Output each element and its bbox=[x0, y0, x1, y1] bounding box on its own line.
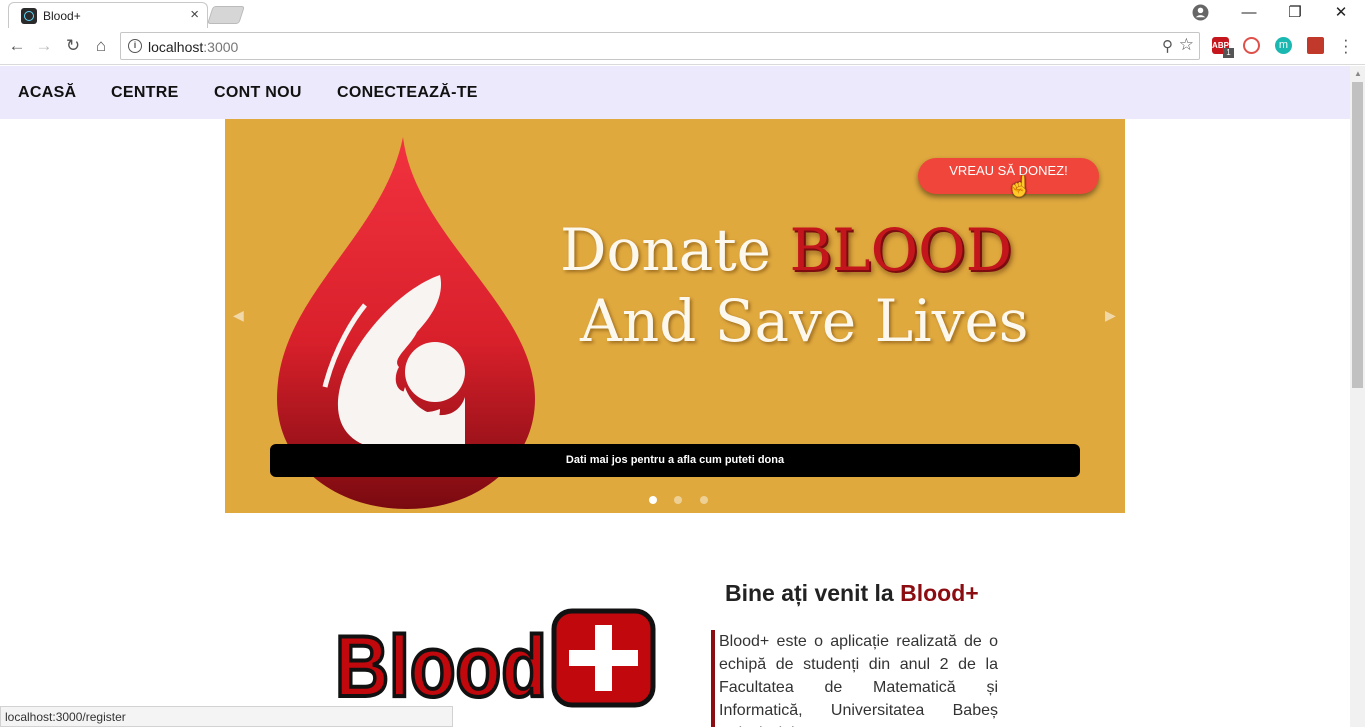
page-scrollbar[interactable]: ▲ bbox=[1350, 66, 1365, 727]
menu-icon[interactable]: · · · bbox=[1343, 31, 1349, 60]
window-close-button[interactable]: ✕ bbox=[1318, 0, 1364, 28]
nav-link-register[interactable]: CONT NOU bbox=[214, 84, 302, 102]
welcome-description: Blood+ este o aplicație realizată de o e… bbox=[711, 630, 998, 727]
react-favicon-icon bbox=[21, 8, 37, 24]
back-arrow-icon[interactable]: ← bbox=[7, 36, 27, 56]
forward-arrow-icon[interactable]: → bbox=[34, 36, 54, 56]
browser-status-bar: localhost:3000/register bbox=[0, 706, 453, 727]
extension-m-icon[interactable]: m bbox=[1275, 37, 1292, 54]
carousel-indicator-2[interactable] bbox=[674, 496, 683, 504]
tab-close-icon[interactable]: × bbox=[190, 6, 199, 23]
info-icon[interactable]: i bbox=[128, 39, 142, 53]
extension-red-icon[interactable] bbox=[1307, 37, 1324, 54]
hand-cursor-icon: ☝ bbox=[1007, 176, 1032, 198]
svg-text:Blood: Blood bbox=[335, 619, 547, 708]
hero-headline-line-1: Donate BLOOD bbox=[560, 216, 1013, 284]
nav-link-login[interactable]: CONECTEAZĂ-TE bbox=[337, 84, 478, 102]
carousel-indicators bbox=[649, 491, 721, 509]
window-minimize-button[interactable]: — bbox=[1226, 0, 1272, 28]
carousel-indicator-3[interactable] bbox=[699, 496, 708, 504]
extension-icon[interactable] bbox=[1243, 37, 1260, 54]
browser-tab[interactable]: Blood+ × bbox=[8, 2, 208, 28]
account-icon[interactable] bbox=[1192, 4, 1209, 21]
carousel-prev-icon[interactable]: ◀ bbox=[233, 307, 247, 325]
star-icon[interactable]: ☆ bbox=[1179, 35, 1194, 55]
url-text: localhost:3000 bbox=[148, 39, 239, 55]
browser-toolbar: ← → ↻ ⌂ i localhost:3000 ⚲ ☆ ABP m · · · bbox=[0, 28, 1365, 65]
zoom-icon[interactable]: ⚲ bbox=[1162, 37, 1173, 55]
welcome-title: Bine ați venit la Blood+ bbox=[725, 580, 979, 606]
nav-link-centers[interactable]: CENTRE bbox=[111, 84, 179, 102]
carousel-indicator-1[interactable] bbox=[649, 496, 657, 504]
window-restore-button[interactable]: ❐ bbox=[1272, 0, 1318, 28]
address-bar[interactable]: i localhost:3000 ⚲ ☆ bbox=[120, 32, 1200, 60]
reload-icon[interactable]: ↻ bbox=[63, 36, 83, 56]
scroll-up-icon[interactable]: ▲ bbox=[1354, 69, 1362, 78]
hero-headline-line-2: And Save Lives bbox=[580, 287, 1029, 355]
home-icon[interactable]: ⌂ bbox=[91, 36, 111, 56]
blood-plus-logo: Blood bbox=[333, 608, 656, 708]
scroll-thumb[interactable] bbox=[1352, 82, 1363, 388]
hero-carousel: Donate BLOOD And Save Lives VREAU SĂ DON… bbox=[225, 119, 1125, 513]
browser-titlebar: Blood+ × — ❐ ✕ bbox=[0, 0, 1365, 28]
tab-title: Blood+ bbox=[43, 9, 81, 23]
adblock-badge: 1 bbox=[1223, 48, 1234, 58]
nav-link-home[interactable]: ACASĂ bbox=[18, 84, 76, 102]
site-navbar: ACASĂ CENTRE CONT NOU CONECTEAZĂ-TE bbox=[0, 66, 1350, 119]
new-tab-button[interactable] bbox=[207, 6, 245, 24]
carousel-next-icon[interactable]: ▶ bbox=[1105, 307, 1119, 325]
carousel-caption: Dati mai jos pentru a afla cum puteti do… bbox=[270, 444, 1080, 477]
